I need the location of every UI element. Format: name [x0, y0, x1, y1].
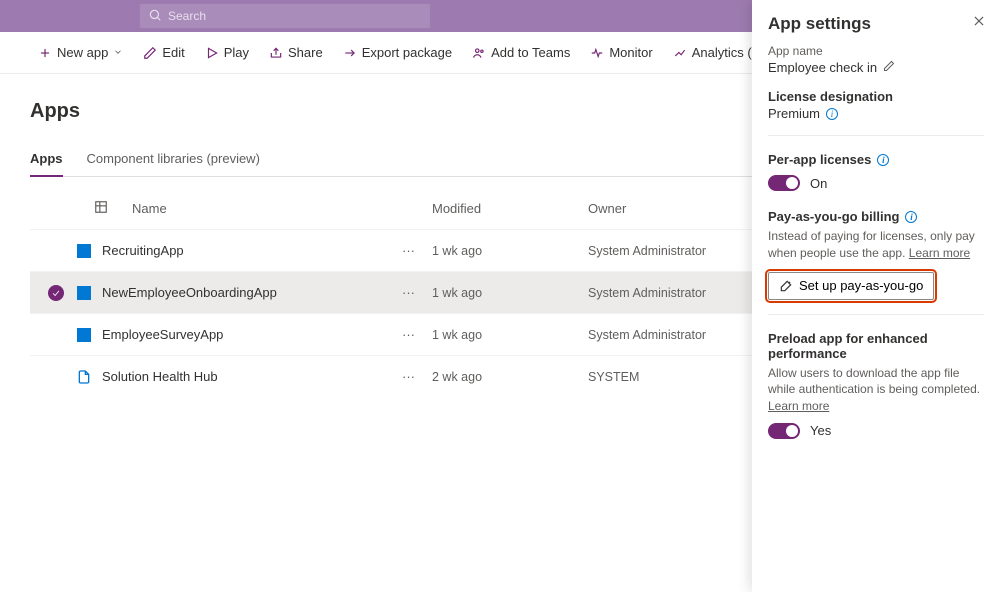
info-icon[interactable]: i	[826, 108, 838, 120]
panel-title: App settings	[768, 14, 984, 34]
info-icon[interactable]: i	[877, 154, 889, 166]
preload-heading: Preload app for enhanced performance	[768, 331, 984, 361]
learn-more-link[interactable]: Learn more	[909, 246, 970, 260]
search-icon	[148, 8, 162, 25]
license-designation-value: Premium	[768, 106, 820, 121]
per-app-licenses-heading: Per-app licenses i	[768, 152, 984, 167]
export-package-button[interactable]: Export package	[335, 37, 460, 69]
close-icon[interactable]	[972, 14, 986, 31]
analytics-icon	[673, 46, 687, 60]
tab-component-libraries[interactable]: Component libraries (preview)	[87, 143, 260, 176]
monitor-button[interactable]: Monitor	[582, 37, 660, 69]
view-options-icon[interactable]	[94, 200, 102, 217]
app-name-label: App name	[768, 44, 984, 58]
divider	[768, 135, 984, 136]
row-more-icon[interactable]: ···	[402, 327, 432, 342]
tab-apps[interactable]: Apps	[30, 143, 63, 176]
per-app-licenses-state: On	[810, 176, 827, 191]
chevron-down-icon	[113, 45, 123, 60]
pencil-icon[interactable]	[883, 60, 895, 75]
wand-icon	[779, 279, 793, 293]
license-designation-heading: License designation	[768, 89, 984, 104]
play-button[interactable]: Play	[197, 37, 257, 69]
share-button[interactable]: Share	[261, 37, 331, 69]
teams-icon	[472, 46, 486, 60]
info-icon[interactable]: i	[905, 211, 917, 223]
learn-more-link[interactable]: Learn more	[768, 399, 829, 413]
column-name[interactable]: Name	[102, 201, 402, 216]
row-more-icon[interactable]: ···	[402, 285, 432, 300]
payg-description: Instead of paying for licenses, only pay…	[768, 228, 984, 262]
search-input[interactable]: Search	[140, 4, 430, 28]
preload-description: Allow users to download the app file whi…	[768, 365, 984, 415]
preload-state: Yes	[810, 423, 831, 438]
play-icon	[205, 46, 219, 60]
monitor-icon	[590, 46, 604, 60]
pencil-icon	[143, 46, 157, 60]
share-icon	[269, 46, 283, 60]
plus-icon	[38, 46, 52, 60]
set-up-payg-button[interactable]: Set up pay-as-you-go	[768, 272, 934, 300]
payg-heading: Pay-as-you-go billing i	[768, 209, 984, 224]
preload-toggle[interactable]	[768, 423, 800, 439]
column-owner[interactable]: Owner	[588, 201, 748, 216]
search-placeholder: Search	[168, 9, 206, 23]
row-more-icon[interactable]: ···	[402, 369, 432, 384]
new-app-button[interactable]: New app	[30, 37, 131, 69]
column-modified[interactable]: Modified	[432, 201, 588, 216]
edit-button[interactable]: Edit	[135, 37, 192, 69]
app-type-icon	[76, 285, 92, 301]
app-type-icon	[76, 369, 92, 385]
app-type-icon	[76, 327, 92, 343]
divider	[768, 314, 984, 315]
per-app-licenses-toggle[interactable]	[768, 175, 800, 191]
app-type-icon	[76, 243, 92, 259]
app-settings-panel: App settings App name Employee check in …	[752, 0, 1000, 592]
app-name-value: Employee check in	[768, 60, 877, 75]
add-to-teams-button[interactable]: Add to Teams	[464, 37, 578, 69]
export-icon	[343, 46, 357, 60]
row-more-icon[interactable]: ···	[402, 243, 432, 258]
row-selected-icon[interactable]	[48, 285, 64, 301]
